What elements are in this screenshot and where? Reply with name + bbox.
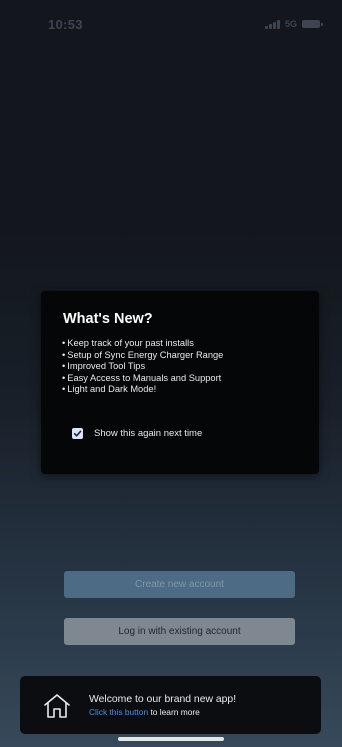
network-label: 5G <box>284 19 297 29</box>
whats-new-dialog: What's New? Keep track of your past inst… <box>41 291 319 474</box>
checkmark-icon <box>73 430 82 437</box>
show-again-toggle[interactable]: Show this again next time <box>72 428 202 439</box>
status-icons: 5G <box>265 19 323 29</box>
signal-icon <box>265 19 280 29</box>
status-time: 10:53 <box>48 17 83 32</box>
welcome-banner[interactable]: Welcome to our brand new app! Click this… <box>20 676 321 734</box>
show-again-label: Show this again next time <box>94 428 203 439</box>
welcome-subtitle: Click this button to learn more <box>89 707 200 717</box>
feature-item: Improved Tool Tips <box>62 361 223 373</box>
dialog-title: What's New? <box>63 311 153 327</box>
home-indicator[interactable] <box>118 737 224 741</box>
feature-item: Keep track of your past installs <box>62 338 223 350</box>
feature-item: Setup of Sync Energy Charger Range <box>62 350 223 362</box>
welcome-title: Welcome to our brand new app! <box>89 694 237 705</box>
app-screen: 10:53 5G What's New? Keep track of your … <box>0 0 342 747</box>
learn-more-link[interactable]: Click this button <box>89 707 148 717</box>
feature-list: Keep track of your past installs Setup o… <box>62 338 223 396</box>
show-again-checkbox[interactable] <box>72 428 83 439</box>
status-bar: 10:53 5G <box>0 0 342 44</box>
login-button[interactable]: Log in with existing account <box>64 618 295 645</box>
battery-icon <box>302 20 323 28</box>
learn-more-text: to learn more <box>148 707 200 717</box>
feature-item: Light and Dark Mode! <box>62 384 223 396</box>
feature-item: Easy Access to Manuals and Support <box>62 373 223 385</box>
create-account-button[interactable]: Create new account <box>64 571 295 598</box>
home-icon[interactable] <box>42 692 72 720</box>
